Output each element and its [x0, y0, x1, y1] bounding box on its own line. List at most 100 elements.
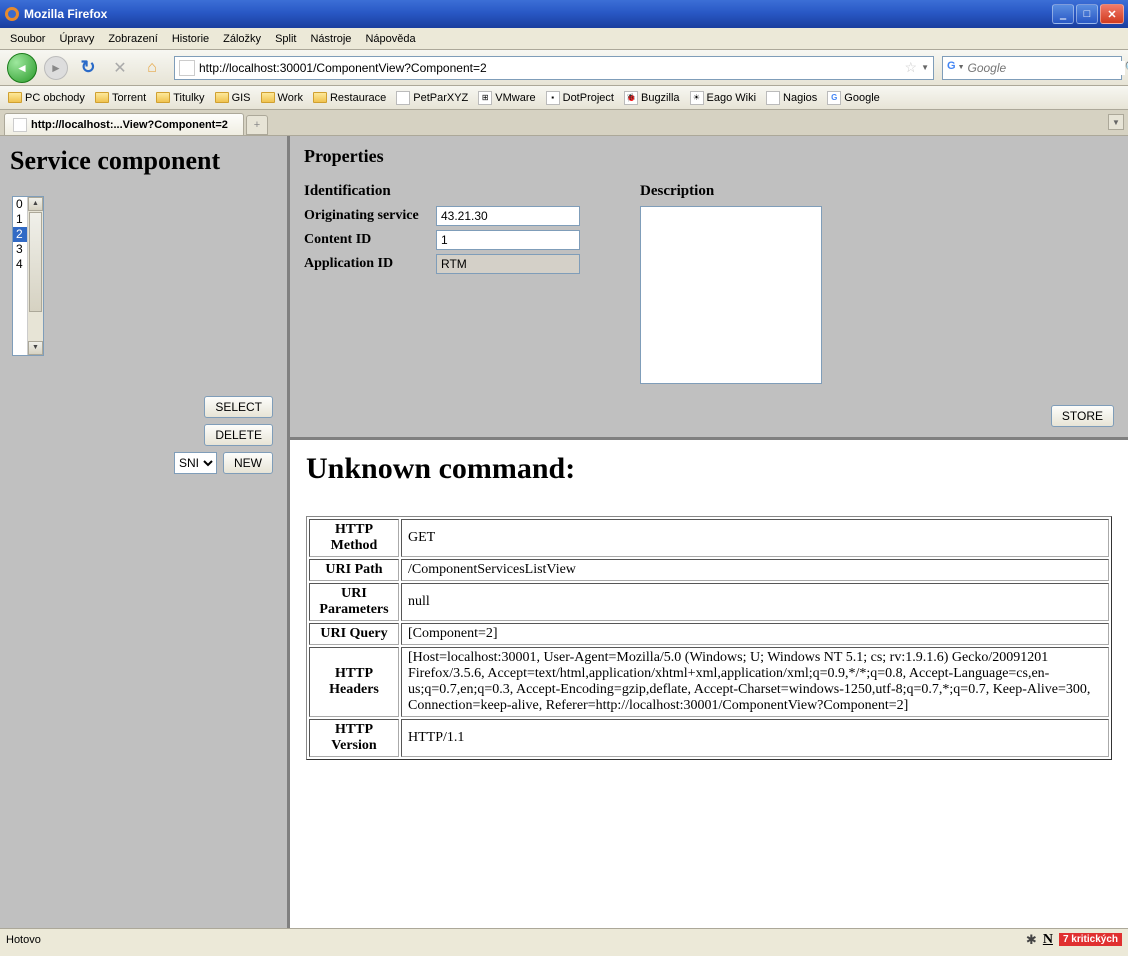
- content-id-label: Content ID: [304, 232, 436, 248]
- bookmark-petparxyz[interactable]: PetParXYZ: [392, 89, 472, 107]
- bookmark-gis[interactable]: GIS: [211, 90, 255, 106]
- nav-toolbar: ◄ ► ↻ ✕ ⌂ ☆ ▼ G ▼ 🔍: [0, 50, 1128, 86]
- page-title: Service component: [10, 146, 277, 176]
- page-icon: [13, 118, 27, 132]
- tab-active[interactable]: http://localhost:...View?Component=2: [4, 113, 244, 135]
- component-listbox[interactable]: 0 1 2 3 4 ▲ ▼: [12, 196, 44, 356]
- menu-zobrazeni[interactable]: Zobrazení: [102, 31, 164, 47]
- page-icon: [766, 91, 780, 105]
- bookmark-bugzilla[interactable]: 🐞Bugzilla: [620, 89, 684, 107]
- scrollbar[interactable]: ▲ ▼: [27, 197, 43, 355]
- originating-service-label: Originating service: [304, 208, 436, 224]
- bookmark-nagios[interactable]: Nagios: [762, 89, 821, 107]
- page-icon: ☀: [690, 91, 704, 105]
- critical-badge[interactable]: 7 kritických: [1059, 933, 1122, 946]
- folder-icon: [156, 92, 170, 103]
- url-bar[interactable]: ☆ ▼: [174, 56, 934, 80]
- new-button[interactable]: NEW: [223, 452, 273, 474]
- menu-nastroje[interactable]: Nástroje: [304, 31, 357, 47]
- application-id-label: Application ID: [304, 256, 436, 272]
- left-pane: Service component 0 1 2 3 4 ▲ ▼ SELECT D…: [0, 136, 290, 928]
- bookmark-vmware[interactable]: ⊞VMware: [474, 89, 539, 107]
- table-row: URI Path/ComponentServicesListView: [309, 559, 1109, 581]
- page-icon: ▪: [546, 91, 560, 105]
- application-id-input[interactable]: [436, 254, 580, 274]
- menu-soubor[interactable]: Soubor: [4, 31, 51, 47]
- bookmark-titulky[interactable]: Titulky: [152, 90, 208, 106]
- status-bar: Hotovo ✱ N 7 kritických: [0, 928, 1128, 950]
- status-text: Hotovo: [6, 934, 1026, 946]
- delete-button[interactable]: DELETE: [204, 424, 273, 446]
- search-bar[interactable]: G ▼ 🔍: [942, 56, 1122, 80]
- bookmark-torrent[interactable]: Torrent: [91, 90, 150, 106]
- scroll-down-icon[interactable]: ▼: [28, 341, 43, 355]
- folder-icon: [313, 92, 327, 103]
- http-table: HTTP MethodGET URI Path/ComponentService…: [306, 516, 1112, 760]
- page-icon: [396, 91, 410, 105]
- table-row: HTTP VersionHTTP/1.1: [309, 719, 1109, 757]
- tab-bar: http://localhost:...View?Component=2 + ▼: [0, 110, 1128, 136]
- bookmark-work[interactable]: Work: [257, 90, 307, 106]
- search-engine-dropdown-icon[interactable]: ▼: [958, 64, 965, 71]
- window-titlebar: Mozilla Firefox ‗ □ ✕: [0, 0, 1128, 28]
- url-dropdown-icon[interactable]: ▼: [921, 63, 929, 72]
- originating-service-input[interactable]: [436, 206, 580, 226]
- menu-zalozky[interactable]: Záložky: [217, 31, 267, 47]
- page-icon: [179, 60, 195, 76]
- bookmark-dotproject[interactable]: ▪DotProject: [542, 89, 618, 107]
- firebug-icon[interactable]: ✱: [1026, 932, 1037, 948]
- scroll-up-icon[interactable]: ▲: [28, 197, 43, 211]
- bookmark-pc-obchody[interactable]: PC obchody: [4, 90, 89, 106]
- close-button[interactable]: ✕: [1100, 4, 1124, 24]
- folder-icon: [95, 92, 109, 103]
- bookmarks-bar: PC obchody Torrent Titulky GIS Work Rest…: [0, 86, 1128, 110]
- back-button[interactable]: ◄: [6, 52, 38, 84]
- description-textarea[interactable]: [640, 206, 822, 384]
- identification-heading: Identification: [304, 183, 580, 200]
- window-title: Mozilla Firefox: [24, 7, 1052, 21]
- table-row: HTTP MethodGET: [309, 519, 1109, 557]
- properties-heading: Properties: [304, 146, 1114, 167]
- reload-button[interactable]: ↻: [74, 54, 102, 82]
- content-id-input[interactable]: [436, 230, 580, 250]
- bookmark-restaurace[interactable]: Restaurace: [309, 90, 390, 106]
- right-pane: Properties Identification Originating se…: [290, 136, 1128, 928]
- search-input[interactable]: [968, 61, 1125, 75]
- noscript-icon[interactable]: N: [1043, 932, 1053, 948]
- page-icon: ⊞: [478, 91, 492, 105]
- page-content: Service component 0 1 2 3 4 ▲ ▼ SELECT D…: [0, 136, 1128, 928]
- google-icon[interactable]: G: [947, 60, 956, 76]
- unknown-heading: Unknown command:: [306, 452, 1112, 486]
- sni-dropdown[interactable]: SNI: [174, 452, 217, 474]
- page-icon: G: [827, 91, 841, 105]
- menu-upravy[interactable]: Úpravy: [53, 31, 100, 47]
- bookmark-google[interactable]: GGoogle: [823, 89, 883, 107]
- folder-icon: [8, 92, 22, 103]
- maximize-button[interactable]: □: [1076, 4, 1098, 24]
- properties-panel: Properties Identification Originating se…: [290, 136, 1128, 440]
- select-button[interactable]: SELECT: [204, 396, 273, 418]
- new-tab-button[interactable]: +: [246, 115, 268, 135]
- url-input[interactable]: [199, 61, 905, 75]
- menu-napoveda[interactable]: Nápověda: [359, 31, 421, 47]
- menu-bar: Soubor Úpravy Zobrazení Historie Záložky…: [0, 28, 1128, 50]
- home-button[interactable]: ⌂: [138, 54, 166, 82]
- minimize-button[interactable]: ‗: [1052, 4, 1074, 24]
- page-icon: 🐞: [624, 91, 638, 105]
- firefox-icon: [4, 6, 20, 22]
- tab-list-dropdown[interactable]: ▼: [1108, 114, 1124, 130]
- bookmark-star-icon[interactable]: ☆: [905, 59, 918, 76]
- stop-button[interactable]: ✕: [106, 54, 134, 82]
- table-row: HTTP Headers[Host=localhost:30001, User-…: [309, 647, 1109, 717]
- bookmark-eago-wiki[interactable]: ☀Eago Wiki: [686, 89, 761, 107]
- scroll-thumb[interactable]: [29, 212, 42, 312]
- search-icon[interactable]: 🔍: [1125, 60, 1128, 76]
- menu-historie[interactable]: Historie: [166, 31, 215, 47]
- folder-icon: [215, 92, 229, 103]
- description-heading: Description: [640, 183, 822, 200]
- menu-split[interactable]: Split: [269, 31, 302, 47]
- table-row: URI Query[Component=2]: [309, 623, 1109, 645]
- forward-button[interactable]: ►: [42, 54, 70, 82]
- store-button[interactable]: STORE: [1051, 405, 1114, 427]
- folder-icon: [261, 92, 275, 103]
